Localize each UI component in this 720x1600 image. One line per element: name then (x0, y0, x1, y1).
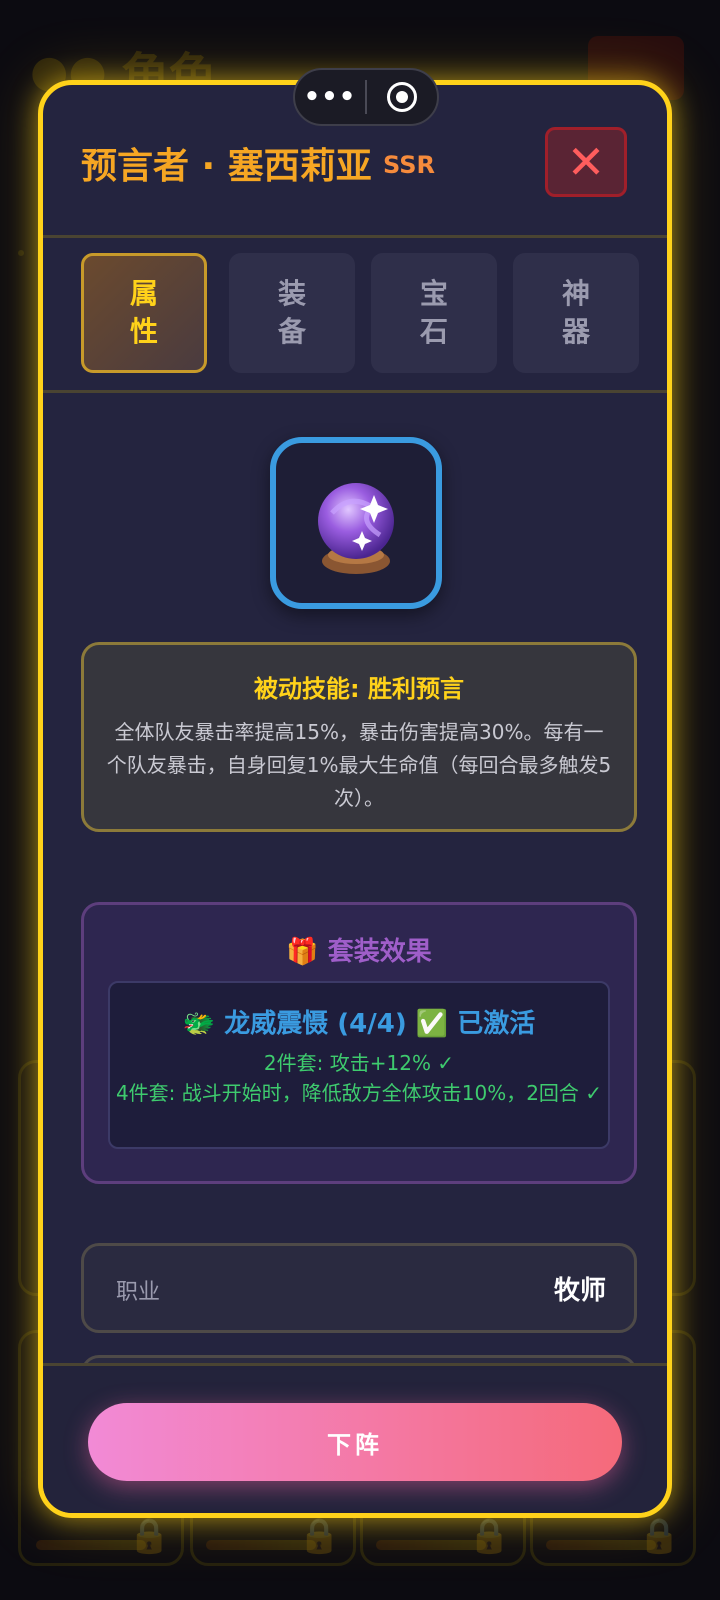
tab-label: 石 (419, 315, 448, 348)
hero-name: 预言者 · 塞西莉亚 (81, 146, 372, 187)
profession-label: 职业 (116, 1280, 161, 1305)
set-bonus-2pc: 2件套: 攻击+12% ✓ (263, 1051, 455, 1075)
target-icon (387, 82, 417, 112)
set-bonus-4pc: 4件套: 战斗开始时，降低敌方全体攻击10%，2回合 ✓ (115, 1081, 603, 1105)
tab-label: 备 (277, 315, 306, 348)
set-bonus-panel: 🎁 套装效果 🐲 龙威震慑 (4/4) ✅ 已激活 2件套: 攻击+12% ✓ … (81, 902, 637, 1184)
rarity-badge: SSR (383, 151, 435, 179)
tab-label: 性 (129, 315, 158, 348)
set-bonus-title: 🎁 套装效果 (286, 937, 432, 967)
hero-avatar (270, 437, 442, 609)
close-button[interactable]: ✕ (545, 127, 627, 197)
tab-label: 属 (129, 277, 158, 310)
skill-title: 被动技能: 胜利预言 (254, 675, 464, 703)
tab-label: 器 (561, 315, 590, 348)
more-button[interactable]: ••• (295, 82, 365, 112)
tab-artifact[interactable]: 神 器 (513, 253, 639, 373)
remove-from-lineup-button[interactable]: 下阵 (88, 1403, 622, 1481)
tab-label: 装 (277, 277, 306, 310)
profession-row: 职业 牧师 (81, 1243, 637, 1333)
set-name: 🐲 龙威震慑 (4/4) ✅ 已激活 (182, 1009, 536, 1039)
modal-footer: 下阵 (43, 1363, 667, 1513)
set-bonus-card: 🐲 龙威震慑 (4/4) ✅ 已激活 2件套: 攻击+12% ✓ 4件套: 战斗… (108, 981, 610, 1149)
tab-label: 宝 (419, 277, 448, 310)
tab-label: 神 (561, 277, 590, 310)
tab-equipment[interactable]: 装 备 (229, 253, 355, 373)
skill-description: 全体队友暴击率提高15%，暴击伤害提高30%。每有一个队友暴击，自身回复1%最大… (106, 720, 612, 810)
hero-detail-modal: 预言者 · 塞西莉亚 SSR ✕ 属 性 装 备 宝 石 神 器 被动技能: 胜… (38, 80, 672, 1518)
close-icon: ✕ (566, 135, 606, 189)
passive-skill-panel: 被动技能: 胜利预言 全体队友暴击率提高15%，暴击伤害提高30%。每有一个队友… (81, 642, 637, 832)
profession-value: 牧师 (553, 1276, 606, 1306)
tab-bar: 属 性 装 备 宝 石 神 器 (43, 238, 667, 393)
close-miniprogram-button[interactable] (367, 82, 437, 112)
miniprogram-capsule: ••• (293, 68, 439, 126)
crystal-ball-icon (318, 483, 394, 574)
tab-gems[interactable]: 宝 石 (371, 253, 497, 373)
tab-attributes[interactable]: 属 性 (81, 253, 207, 373)
